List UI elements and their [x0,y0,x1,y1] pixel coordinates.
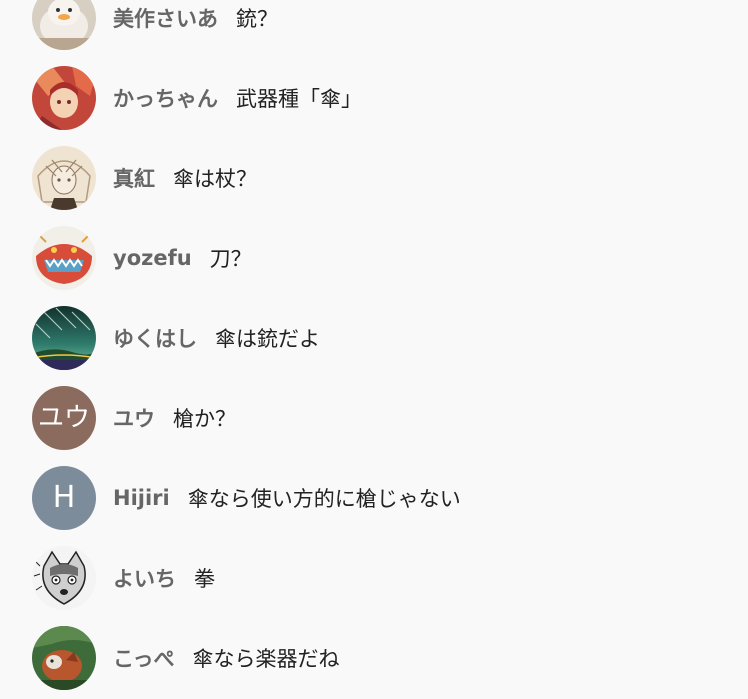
commenter-name[interactable]: 真紅 [113,163,155,193]
comment-row: よいち 拳 [0,538,748,618]
letter-avatar[interactable]: ユウ [32,386,96,450]
chick-plush-avatar[interactable] [32,0,96,50]
comment-text: 傘は銃だよ [215,327,320,351]
commenter-name[interactable]: ユウ [113,403,155,433]
comment-text: 傘は杖？ [173,167,257,191]
avatar-letter: H [52,480,76,515]
comment-row: ユウ ユウ 槍か？ [0,378,748,458]
comment-text: 傘なら使い方的に槍じゃない [187,487,461,511]
monster-illustration-avatar[interactable] [32,226,96,290]
commenter-name[interactable]: Hijiri [113,486,170,510]
commenter-name[interactable]: yozefu [113,246,192,270]
anime-character-avatar[interactable] [32,66,96,130]
comment-row: ゆくはし 傘は銃だよ [0,298,748,378]
avatar-letter: ユウ [37,403,90,433]
comment-row: H Hijiri 傘なら使い方的に槍じゃない [0,458,748,538]
comment-row: かっちゃん 武器種「傘」 [0,58,748,138]
commenter-name[interactable]: かっちゃん [113,83,218,113]
letter-avatar[interactable]: H [32,466,96,530]
meteor-landscape-avatar[interactable] [32,306,96,370]
commenter-name[interactable]: よいち [113,563,176,593]
commenter-name[interactable]: 美作さいあ [113,3,218,33]
sketch-character-avatar[interactable] [32,146,96,210]
comment-text: 拳 [194,567,215,591]
comment-text: 銃？ [236,7,278,31]
comment-row: こっぺ 傘なら楽器だね [0,618,748,698]
manga-cat-avatar[interactable] [32,546,96,610]
comment-row: yozefu 刀？ [0,218,748,298]
red-panda-avatar[interactable] [32,626,96,690]
comment-text: 刀？ [209,247,252,271]
comment-row: 真紅 傘は杖？ [0,138,748,218]
comment-text: 武器種「傘」 [236,87,362,111]
commenter-name[interactable]: ゆくはし [113,323,197,353]
comment-text: 傘なら楽器だね [192,647,340,671]
comment-text: 槍か？ [173,407,236,431]
commenter-name[interactable]: こっぺ [113,643,175,673]
comment-row: 美作さいあ 銃？ [0,0,748,58]
